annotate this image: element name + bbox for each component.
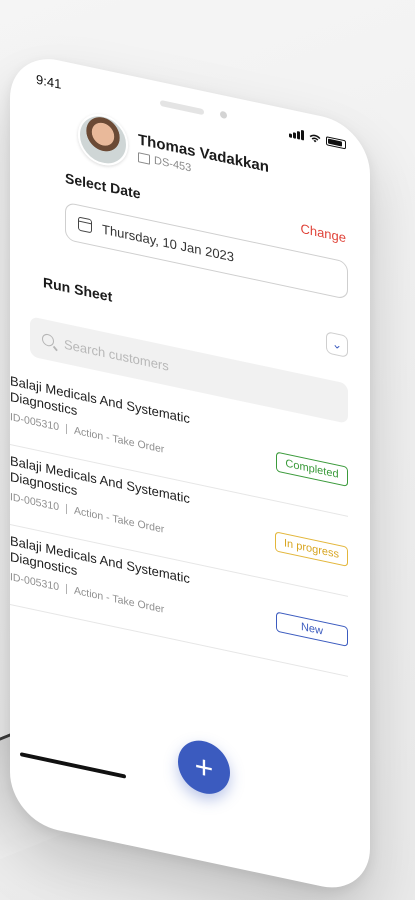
screen: 9:41 Thomas Vadakkan DS-453 Select Date … [0,0,415,900]
change-date-button[interactable]: Change [300,220,346,245]
divider [66,423,68,435]
id-card-icon [138,152,150,165]
status-time: 9:41 [36,71,62,92]
search-icon [42,332,54,348]
app-screen: 9:41 Thomas Vadakkan DS-453 Select Date … [10,50,370,897]
wifi-icon [309,134,321,142]
battery-icon [326,135,346,149]
status-icons [289,127,346,149]
divider [66,503,68,515]
phone-frame: 9:41 Thomas Vadakkan DS-453 Select Date … [10,50,370,897]
run-sheet-title: Run Sheet [43,274,113,305]
order-id: ID-005310 [10,571,60,594]
add-order-button[interactable]: + [178,735,230,799]
home-indicator [20,752,126,779]
chevron-down-icon[interactable]: ⌄ [326,331,348,358]
signal-icon [289,127,304,141]
order-id: ID-005310 [10,491,60,514]
avatar[interactable] [78,109,128,171]
profile-info: Thomas Vadakkan DS-453 [138,131,269,191]
order-id: ID-005310 [10,411,60,434]
plus-icon: + [194,747,214,788]
divider [66,583,68,595]
select-date-title: Select Date [65,169,141,202]
calendar-icon [78,216,92,234]
date-value: Thursday, 10 Jan 2023 [102,221,235,265]
